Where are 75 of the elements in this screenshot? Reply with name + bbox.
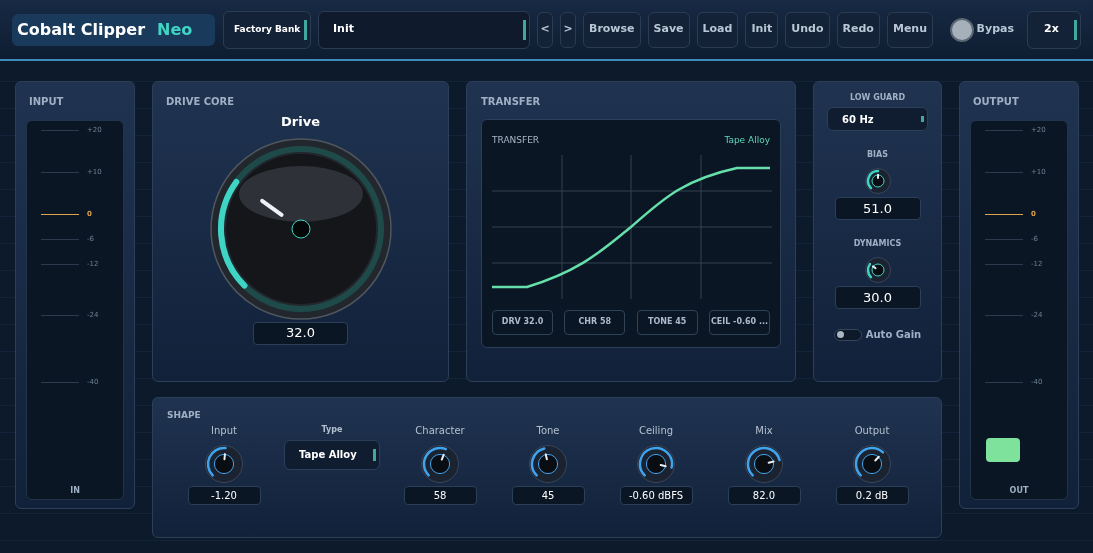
knob[interactable] — [853, 444, 891, 483]
tick-line — [985, 263, 1023, 265]
knob[interactable] — [637, 444, 675, 483]
tick-line — [41, 129, 79, 131]
knob[interactable] — [421, 444, 459, 483]
value-display: 30.0 — [834, 286, 921, 309]
knob[interactable] — [864, 257, 891, 283]
knob-label: Input — [211, 423, 237, 438]
value-display: -0.60 dBFS — [619, 485, 693, 505]
panel-title: INPUT — [29, 95, 65, 109]
toolbar-button[interactable]: Redo — [836, 11, 880, 48]
knob-label: Mix — [755, 423, 773, 438]
control-label: LOW GUARD — [850, 92, 905, 104]
tick-line — [41, 263, 79, 265]
value-display: 58 — [403, 485, 477, 505]
tick-line — [985, 171, 1023, 173]
tick-line — [985, 314, 1023, 316]
toggle-label: Auto Gain — [865, 328, 922, 342]
toolbar-button[interactable]: Menu — [886, 11, 933, 48]
toolbar-button[interactable]: Init — [745, 11, 779, 48]
preset-field[interactable]: Init — [318, 10, 530, 49]
graph-title: TRANSFER — [492, 134, 540, 147]
drive-knob[interactable] — [209, 137, 392, 320]
control-label: Type — [321, 423, 343, 436]
panel-title: TRANSFER — [481, 95, 542, 109]
knob[interactable] — [864, 168, 891, 194]
tick-line — [41, 381, 79, 383]
tick-line — [41, 171, 79, 173]
nav-button[interactable]: < — [537, 11, 553, 48]
toolbar-button[interactable]: Load — [696, 11, 739, 48]
panel-title: OUTPUT — [973, 95, 1020, 109]
nav-button[interactable]: > — [560, 11, 576, 48]
knob-label: Output — [854, 423, 890, 438]
toolbar-button[interactable]: Save — [647, 11, 690, 48]
toolbar-button[interactable]: Undo — [785, 11, 830, 48]
tick-line — [985, 381, 1023, 383]
meter-label: OUT — [1009, 485, 1029, 497]
knob-label: Ceiling — [638, 423, 674, 438]
knob-label: Character — [415, 423, 465, 438]
control-label: DYNAMICS — [853, 238, 902, 250]
type-select[interactable]: Tape Alloy — [284, 439, 380, 470]
value-display: -1.20 — [187, 485, 261, 505]
param-chip: CHR 58 — [564, 309, 626, 335]
value-display: 32.0 — [253, 321, 348, 345]
tick-line — [985, 213, 1023, 215]
knob[interactable] — [205, 444, 243, 483]
bank-select[interactable]: Factory Bank — [223, 10, 311, 49]
knob-label: Tone — [536, 423, 560, 438]
param-chip: DRV 32.0 — [492, 309, 553, 335]
tick-line — [985, 129, 1023, 131]
knob-label: Drive — [281, 113, 320, 131]
bypass-toggle[interactable]: Bypas — [949, 17, 1014, 42]
param-chip: TONE 45 — [636, 309, 698, 335]
value-display: 51.0 — [834, 197, 921, 220]
knob[interactable] — [529, 444, 567, 483]
tick-line — [41, 238, 79, 240]
panel-title: DRIVE CORE — [166, 95, 235, 109]
oversampling-select[interactable]: 2x — [1027, 10, 1081, 49]
value-display: 82.0 — [727, 485, 801, 505]
tick-line — [985, 238, 1023, 240]
curve-name: Tape Alloy — [724, 134, 770, 147]
tick-line — [41, 314, 79, 316]
product-edition: Neo — [157, 18, 193, 41]
knob[interactable] — [745, 444, 783, 483]
toolbar-button[interactable]: Browse — [583, 11, 641, 48]
panel-title: SHAPE — [167, 409, 202, 422]
tick-line — [41, 213, 79, 215]
low-guard-select[interactable]: 60 Hz — [827, 107, 928, 131]
value-display: 45 — [511, 485, 585, 505]
toggle-switch[interactable] — [833, 328, 862, 341]
value-display: 0.2 dB — [835, 485, 909, 505]
param-chip: CEIL -0.60 ... — [709, 309, 770, 335]
control-label: BIAS — [867, 149, 888, 161]
meter-label: IN — [70, 485, 80, 497]
product-name: Cobalt Clipper — [17, 18, 146, 41]
